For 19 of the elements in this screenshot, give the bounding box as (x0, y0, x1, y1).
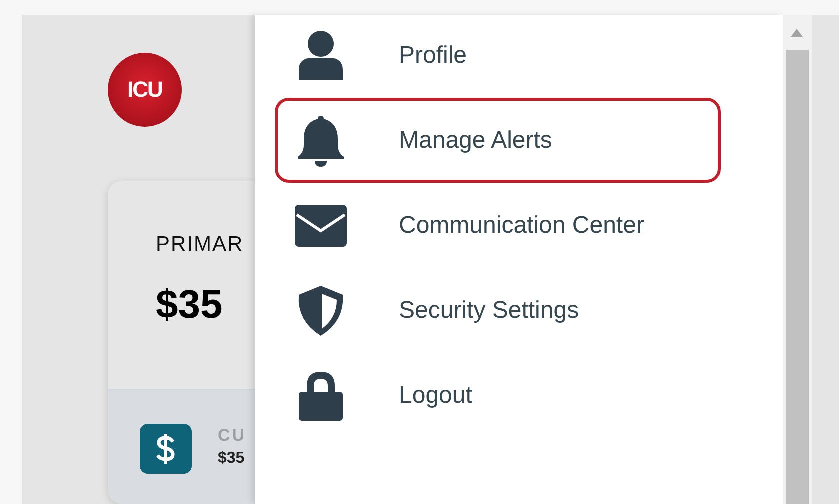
bell-icon (297, 114, 345, 166)
sub-account-amount: $35 (218, 450, 246, 468)
envelope-icon (295, 204, 347, 246)
menu-item[interactable]: Profile (275, 14, 721, 98)
dollar-icon (140, 424, 192, 474)
menu-item[interactable]: Manage Alerts (275, 98, 721, 183)
sub-account-name: CU (218, 426, 247, 446)
menu-item[interactable]: Security Settings (275, 268, 721, 353)
scroll-thumb[interactable] (786, 50, 809, 504)
logo: ICU (108, 53, 182, 127)
shield-icon (297, 284, 345, 336)
account-title: PRIMAR (156, 233, 244, 257)
menu-item[interactable]: Logout (275, 353, 721, 438)
account-balance: $35 (156, 283, 223, 328)
menu-item[interactable]: Communication Center (275, 183, 721, 268)
scrollbar[interactable] (783, 15, 812, 504)
lock-icon (298, 370, 344, 422)
scroll-up-icon[interactable] (791, 29, 803, 37)
person-icon (297, 30, 345, 82)
